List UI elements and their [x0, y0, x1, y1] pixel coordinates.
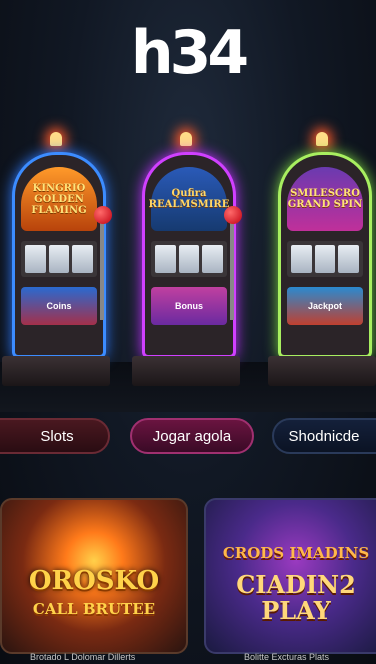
- machine-cabinet: SMILESCRO GRAND SPIN Jackpot: [278, 152, 372, 358]
- machine-panel: Coins: [21, 287, 97, 325]
- play-now-button[interactable]: Jogar agola: [130, 418, 254, 454]
- reel: [155, 245, 176, 273]
- game-card-2[interactable]: CRODS IMADINS CIADIN2 PLAY: [204, 498, 376, 654]
- lamp-icon: [50, 132, 62, 146]
- game-caption: Bolitte Excturas Plats: [244, 652, 330, 662]
- reel: [72, 245, 94, 273]
- reel: [291, 245, 312, 273]
- machine-base: [132, 356, 240, 386]
- lamp-icon: [316, 132, 328, 146]
- reel: [338, 245, 360, 273]
- game-caption: Brotado L Dolomar Dillerts: [30, 652, 136, 662]
- reel: [314, 245, 336, 273]
- slot-machine-3[interactable]: SMILESCRO GRAND SPIN Jackpot: [268, 132, 376, 394]
- machine-marquee: KINGRIO GOLDEN FLAMING: [21, 167, 97, 231]
- machine-cabinet: Qufira REALMSMIRE Bonus: [142, 152, 236, 358]
- page: h34 KINGRIO GOLDEN FLAMING Coins Qufira …: [0, 0, 376, 664]
- machine-base: [268, 356, 376, 386]
- lever-knob-icon[interactable]: [224, 206, 242, 224]
- machine-reels: [151, 241, 227, 277]
- reel: [48, 245, 70, 273]
- reel: [202, 245, 224, 273]
- machine-reels: [287, 241, 363, 277]
- machine-marquee: Qufira REALMSMIRE: [149, 167, 229, 231]
- game-subtitle: CIADIN2 PLAY: [236, 570, 356, 625]
- lever-icon: [100, 220, 104, 320]
- lamp-icon: [180, 132, 192, 146]
- game-title: OROSKO: [28, 566, 160, 596]
- game-card-1[interactable]: OROSKO CALL BRUTEE: [0, 498, 188, 654]
- machine-reels: [21, 241, 97, 277]
- brand-logo[interactable]: h34: [0, 18, 376, 88]
- slot-machine-2[interactable]: Qufira REALMSMIRE Bonus: [132, 132, 244, 394]
- slots-button[interactable]: Slots: [0, 418, 110, 454]
- reel: [178, 245, 200, 273]
- machine-marquee: SMILESCRO GRAND SPIN: [287, 167, 363, 231]
- machine-panel: Bonus: [151, 287, 227, 325]
- game-subtitle: CALL BRUTEE: [32, 600, 156, 618]
- machine-panel: Jackpot: [287, 287, 363, 325]
- lever-icon: [230, 220, 234, 320]
- showcase-button[interactable]: Shodnicde: [272, 418, 376, 454]
- slot-machine-1[interactable]: KINGRIO GOLDEN FLAMING Coins: [2, 132, 114, 394]
- game-title: CRODS IMADINS: [222, 544, 370, 562]
- machine-cabinet: KINGRIO GOLDEN FLAMING Coins: [12, 152, 106, 358]
- machine-base: [2, 356, 110, 386]
- lever-knob-icon[interactable]: [94, 206, 112, 224]
- reel: [25, 245, 46, 273]
